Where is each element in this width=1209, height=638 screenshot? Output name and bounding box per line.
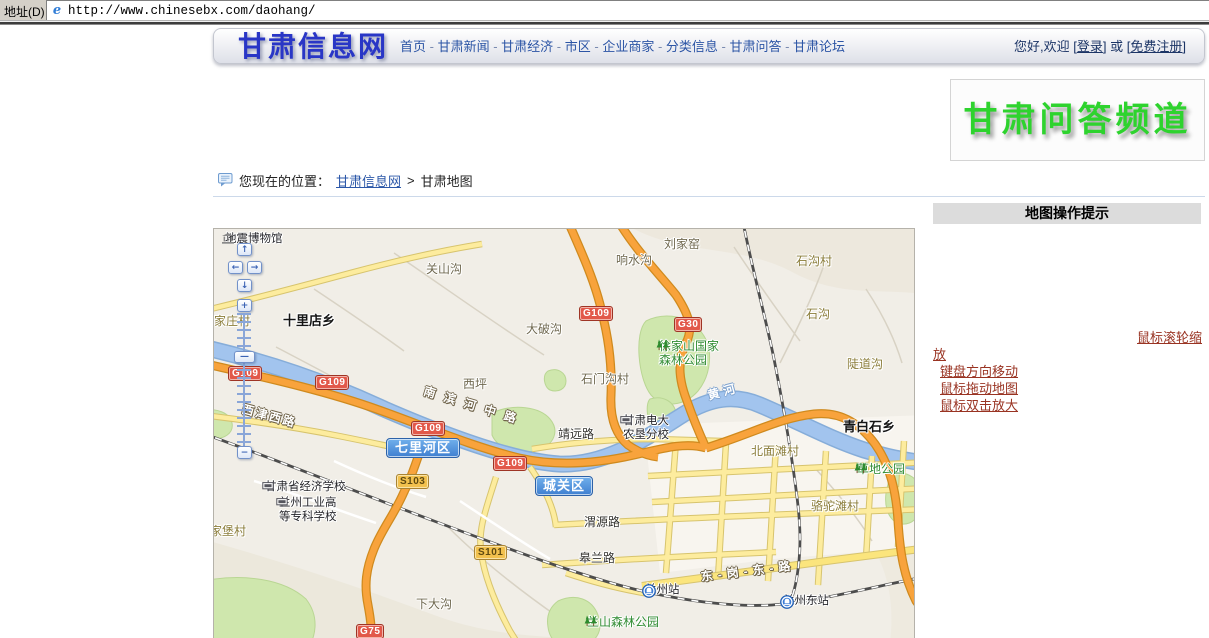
nav-separator: -: [553, 39, 565, 54]
breadcrumb-current: 甘肃地图: [421, 171, 473, 190]
road-shield-G30: G30: [674, 317, 702, 332]
nav-item-4[interactable]: 市区: [565, 39, 591, 54]
poi-label: 兰州工业高 等专科学校: [276, 497, 337, 524]
map-tips-list: 鼠标滚轮缩放键盘方向移动鼠标拖动地图鼠标双击放大: [933, 329, 1203, 414]
map-viewport[interactable]: 地震博物馆 刘家窑关山沟 响水沟 石沟村石沟大破沟陡道沟西坪 石门沟村下大沟 十里店乡青白…: [213, 228, 915, 638]
village-label: 北面滩村: [751, 444, 799, 458]
nav-item-7[interactable]: 甘肃问答: [729, 39, 781, 54]
welcome-text: ]: [1182, 39, 1186, 54]
village-label: 响水沟: [616, 253, 652, 267]
map-tip-link-3[interactable]: 鼠标拖动地图: [940, 381, 1018, 396]
river-label: 黄河: [706, 381, 741, 403]
nav-item-6[interactable]: 分类信息: [666, 39, 718, 54]
village-label: 刘家窑: [664, 237, 700, 251]
breadcrumb-site-link[interactable]: 甘肃信息网: [336, 171, 401, 190]
village-label: 家堡村: [213, 524, 246, 538]
village-label: 大破沟: [526, 322, 562, 336]
park-label: 草地公园: [854, 462, 905, 476]
zoom-out-button[interactable]: −: [237, 446, 252, 459]
village-label: 石沟村: [796, 254, 832, 268]
road-label: 渭源路: [584, 515, 620, 529]
pan-up-button[interactable]: ↑: [237, 243, 252, 256]
zoom-slider-handle[interactable]: —: [234, 351, 255, 363]
poi-label: 兰州站: [642, 584, 680, 598]
village-label: 西坪: [463, 377, 487, 391]
zoom-slider-track[interactable]: [237, 313, 251, 446]
map-label-layer: 地震博物馆 刘家窑关山沟 响水沟 石沟村石沟大破沟陡道沟西坪 石门沟村下大沟 十里店乡青白…: [214, 229, 914, 638]
map-tip-link-1[interactable]: 鼠标滚轮缩放: [933, 330, 1202, 362]
nav-item-2[interactable]: 甘肃新闻: [438, 39, 490, 54]
nav-item-8[interactable]: 甘肃论坛: [793, 39, 845, 54]
road-shield-G109: G109: [579, 306, 613, 321]
poi-label: 地震博物馆: [222, 233, 283, 247]
village-label: 下大沟: [416, 597, 452, 611]
comment-bubble-icon: [218, 173, 233, 187]
road-label: 靖远路: [558, 427, 594, 441]
road-shield-S103: S103: [396, 474, 429, 489]
poi-label: 兰州东站: [780, 595, 829, 609]
road-name-label: 东-岗-东-路: [700, 558, 796, 584]
main-nav: 首页 - 甘肃新闻 - 甘肃经济 - 市区 - 企业商家 - 分类信息 - 甘肃…: [400, 29, 845, 65]
district-badge: 七里河区: [386, 438, 460, 458]
breadcrumb: 您现在的位置： 甘肃信息网 > 甘肃地图: [218, 171, 473, 189]
address-input[interactable]: e http://www.chinesebx.com/daohang/: [46, 0, 1209, 20]
map-tips-title: 地图操作提示: [933, 203, 1201, 224]
nav-separator: -: [718, 39, 730, 54]
breadcrumb-prefix: 您现在的位置：: [239, 171, 330, 190]
nav-item-5[interactable]: 企业商家: [602, 39, 654, 54]
road-shield-S101: S101: [474, 545, 507, 560]
pan-right-button[interactable]: →: [247, 261, 262, 274]
login-link[interactable]: 登录: [1077, 39, 1103, 54]
village-label: 关山沟: [426, 262, 462, 276]
toolbar-separator: [0, 20, 1209, 25]
village-label: 骆驼滩村: [811, 499, 859, 513]
town-label: 青白石乡: [843, 419, 895, 434]
nav-separator: -: [591, 39, 603, 54]
road-shield-G109: G109: [411, 421, 445, 436]
welcome-text: ] 或 [: [1103, 39, 1130, 54]
village-label: 石门沟村: [581, 372, 629, 386]
nav-item-1[interactable]: 首页: [400, 39, 426, 54]
breadcrumb-divider: [213, 196, 1205, 197]
village-label: 陡道沟: [847, 357, 883, 371]
address-label: 地址(D): [4, 3, 45, 20]
nav-separator: -: [426, 39, 438, 54]
village-label: 石沟: [806, 307, 830, 321]
town-label: 十里店乡: [283, 313, 335, 328]
tip-indent: [933, 341, 1137, 342]
poi-label: 甘肃省经济学校: [262, 481, 346, 495]
qa-channel-banner-text: 甘肃问答频道: [951, 80, 1204, 160]
account-area: 您好,欢迎 [登录] 或 [免费注册]: [1014, 29, 1186, 65]
district-badge: 城关区: [535, 476, 593, 496]
register-link[interactable]: 免费注册: [1130, 39, 1182, 54]
park-label: 兰山森林公园: [584, 615, 659, 629]
road-shield-G109: G109: [315, 375, 349, 390]
address-bar: 地址(D) e http://www.chinesebx.com/daohang…: [0, 0, 1209, 20]
poi-label: 甘肃电大 农垦分校: [620, 415, 669, 442]
nav-separator: -: [490, 39, 502, 54]
map-tip-link-4[interactable]: 鼠标双击放大: [940, 398, 1018, 413]
site-header: 甘肃信息网 首页 - 甘肃新闻 - 甘肃经济 - 市区 - 企业商家 - 分类信…: [213, 28, 1205, 64]
site-logo[interactable]: 甘肃信息网: [238, 29, 388, 65]
address-url: http://www.chinesebx.com/daohang/: [68, 4, 316, 18]
road-shield-G109: G109: [493, 456, 527, 471]
nav-item-3[interactable]: 甘肃经济: [501, 39, 553, 54]
road-shield-G75: G75: [356, 624, 384, 638]
pan-left-button[interactable]: ←: [228, 261, 243, 274]
browser-window: 地址(D) e http://www.chinesebx.com/daohang…: [0, 0, 1209, 638]
welcome-text: 您好,欢迎 [: [1014, 39, 1077, 54]
qa-channel-banner[interactable]: 甘肃问答频道: [950, 79, 1205, 161]
nav-separator: -: [781, 39, 793, 54]
road-label: 皋兰路: [579, 551, 615, 565]
pan-down-button[interactable]: ↓: [237, 279, 252, 292]
breadcrumb-separator: >: [407, 173, 415, 188]
ie-icon: e: [50, 4, 64, 18]
zoom-in-button[interactable]: +: [237, 299, 252, 312]
nav-separator: -: [654, 39, 666, 54]
park-label: 徐家山国家 森林公园: [656, 339, 719, 367]
map-tip-link-2[interactable]: 键盘方向移动: [940, 364, 1018, 379]
